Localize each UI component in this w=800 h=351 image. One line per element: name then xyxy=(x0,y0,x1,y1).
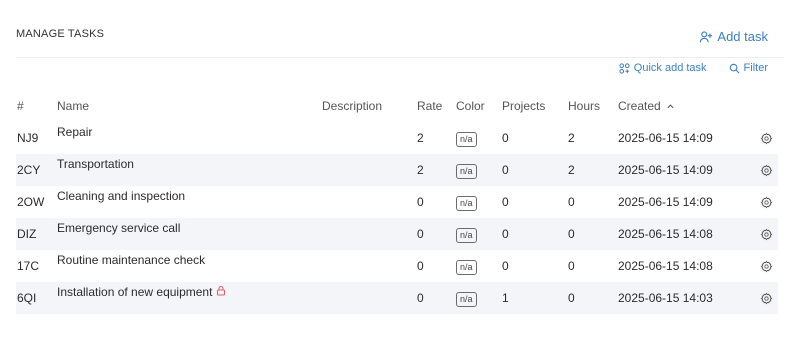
gear-icon xyxy=(760,228,773,240)
gear-icon xyxy=(760,164,773,176)
color-badge: n/a xyxy=(456,260,477,275)
task-created: 2025-06-15 14:08 xyxy=(618,227,713,241)
task-name: Emergency service call xyxy=(57,221,181,235)
task-id: 17C xyxy=(17,259,40,273)
task-rate: 0 xyxy=(417,291,424,305)
task-hours: 0 xyxy=(568,227,575,241)
chevron-up-icon xyxy=(667,103,674,108)
task-created: 2025-06-15 14:09 xyxy=(618,131,713,145)
grid-plus-icon xyxy=(619,62,630,74)
add-task-label: Add task xyxy=(717,29,768,44)
row-settings-button[interactable] xyxy=(760,154,773,186)
task-id: 6QI xyxy=(17,291,37,305)
task-name-cell: Installation of new equipment xyxy=(57,282,226,314)
task-rate: 2 xyxy=(417,131,424,145)
task-hours: 0 xyxy=(568,259,575,273)
task-projects: 1 xyxy=(502,291,509,305)
color-badge: n/a xyxy=(456,228,477,243)
task-name: Transportation xyxy=(57,157,134,171)
column-header-created-label: Created xyxy=(618,99,661,113)
table-header-row: # Name Description Rate Color Projects H… xyxy=(16,90,778,122)
table-toolbar: Quick add task Filter xyxy=(619,62,768,74)
tasks-table: # Name Description Rate Color Projects H… xyxy=(16,90,778,314)
task-id: NJ9 xyxy=(17,131,39,145)
add-task-button[interactable]: Add task xyxy=(699,29,768,44)
table-row[interactable]: DIZ Emergency service call 0 n/a 0 0 202… xyxy=(16,218,778,250)
task-rate: 2 xyxy=(417,163,424,177)
gear-icon xyxy=(760,260,773,272)
table-row[interactable]: 2OW Cleaning and inspection 0 n/a 0 0 20… xyxy=(16,186,778,218)
task-projects: 0 xyxy=(502,163,509,177)
page-title: MANAGE TASKS xyxy=(16,28,105,40)
column-header-rate[interactable]: Rate xyxy=(417,90,442,122)
task-id: 2CY xyxy=(17,163,41,177)
color-badge: n/a xyxy=(456,196,477,211)
quick-add-task-label: Quick add task xyxy=(633,62,707,74)
task-name: Cleaning and inspection xyxy=(57,189,186,203)
color-badge: n/a xyxy=(456,292,477,307)
task-id: DIZ xyxy=(17,227,37,241)
column-header-name[interactable]: Name xyxy=(57,90,89,122)
row-settings-button[interactable] xyxy=(760,186,773,218)
task-projects: 0 xyxy=(502,131,509,145)
task-hours: 0 xyxy=(568,195,575,209)
column-header-id[interactable]: # xyxy=(17,90,24,122)
search-icon xyxy=(729,63,740,73)
row-settings-button[interactable] xyxy=(760,250,773,282)
task-color: n/a xyxy=(456,218,477,250)
row-settings-button[interactable] xyxy=(760,122,773,154)
task-color: n/a xyxy=(456,122,477,154)
task-projects: 0 xyxy=(502,195,509,209)
task-name: Installation of new equipment xyxy=(57,285,213,299)
column-header-hours[interactable]: Hours xyxy=(568,90,600,122)
color-badge: n/a xyxy=(456,164,477,179)
table-row[interactable]: NJ9 Repair 2 n/a 0 2 2025-06-15 14:09 xyxy=(16,122,778,154)
task-name: Routine maintenance check xyxy=(57,253,206,267)
task-created: 2025-06-15 14:09 xyxy=(618,163,713,177)
task-created: 2025-06-15 14:09 xyxy=(618,195,713,209)
filter-button[interactable]: Filter xyxy=(729,62,768,74)
table-row[interactable]: 2CY Transportation 2 n/a 0 2 2025-06-15 … xyxy=(16,154,778,186)
task-id: 2OW xyxy=(17,195,45,209)
task-hours: 2 xyxy=(568,131,575,145)
row-settings-button[interactable] xyxy=(760,282,773,314)
task-hours: 2 xyxy=(568,163,575,177)
task-rate: 0 xyxy=(417,259,424,273)
color-badge: n/a xyxy=(456,132,477,147)
gear-icon xyxy=(760,292,773,304)
row-settings-button[interactable] xyxy=(760,218,773,250)
task-name: Repair xyxy=(57,125,93,139)
table-row[interactable]: 6QI Installation of new equipment 0 n/a … xyxy=(16,282,778,314)
gear-icon xyxy=(760,196,773,208)
page-header: MANAGE TASKS Add task xyxy=(16,22,784,58)
user-plus-icon xyxy=(700,30,713,42)
column-header-projects[interactable]: Projects xyxy=(502,90,545,122)
task-projects: 0 xyxy=(502,227,509,241)
column-header-created[interactable]: Created xyxy=(618,90,675,122)
filter-label: Filter xyxy=(743,62,768,74)
task-projects: 0 xyxy=(502,259,509,273)
task-created: 2025-06-15 14:08 xyxy=(618,259,713,273)
task-hours: 0 xyxy=(568,291,575,305)
column-header-color[interactable]: Color xyxy=(456,90,485,122)
lock-icon xyxy=(217,285,226,296)
task-color: n/a xyxy=(456,282,477,314)
gear-icon xyxy=(760,132,773,144)
task-color: n/a xyxy=(456,186,477,218)
task-rate: 0 xyxy=(417,227,424,241)
column-header-description[interactable]: Description xyxy=(322,90,382,122)
quick-add-task-button[interactable]: Quick add task xyxy=(619,62,707,74)
task-color: n/a xyxy=(456,250,477,282)
task-created: 2025-06-15 14:03 xyxy=(618,291,713,305)
table-row[interactable]: 17C Routine maintenance check 0 n/a 0 0 … xyxy=(16,250,778,282)
task-color: n/a xyxy=(456,154,477,186)
task-rate: 0 xyxy=(417,195,424,209)
